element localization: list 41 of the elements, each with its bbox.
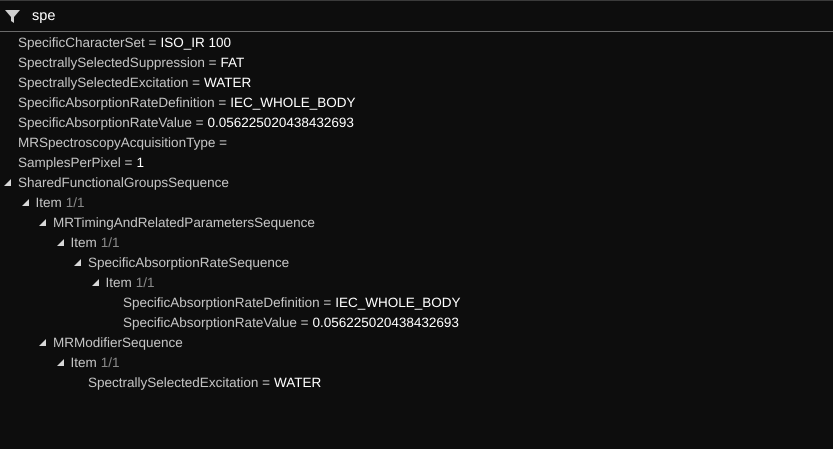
attribute-name[interactable]: SpecificAbsorptionRateDefinition = (18, 93, 226, 113)
collapse-arrow-icon[interactable] (74, 259, 82, 267)
item-count: 1/1 (100, 354, 120, 372)
collapse-arrow-icon[interactable] (4, 179, 12, 187)
filter-field[interactable]: spe (32, 2, 822, 30)
attribute-value: IEC_WHOLE_BODY (335, 294, 461, 312)
collapse-arrow-icon[interactable] (92, 279, 100, 287)
attribute-name[interactable]: MRSpectroscopyAcquisitionType = (18, 133, 227, 153)
attribute-value: WATER (274, 374, 322, 392)
tree-node-label[interactable]: Item (70, 233, 97, 253)
filter-icon[interactable] (5, 8, 20, 24)
tree-node-label[interactable]: SpecificAbsorptionRateSequence (88, 253, 290, 273)
tree-node-label[interactable]: MRTimingAndRelatedParametersSequence (53, 213, 315, 233)
collapse-arrow-icon[interactable] (22, 199, 30, 207)
tree-node-label[interactable]: Item (106, 273, 132, 293)
tree-node-label[interactable]: MRModifierSequence (53, 333, 183, 353)
attribute-name[interactable]: SamplesPerPixel = (18, 153, 132, 173)
attribute-value: IEC_WHOLE_BODY (230, 94, 356, 112)
attribute-value: 0.056225020438432693 (208, 114, 354, 132)
attribute-value: ISO_IR 100 (160, 34, 231, 52)
attribute-name[interactable]: SpecificCharacterSet = (18, 33, 156, 53)
attribute-value: 1 (136, 154, 144, 172)
attribute-name[interactable]: SpectrallySelectedSuppression = (18, 53, 216, 73)
attribute-name[interactable]: SpecificAbsorptionRateValue = (123, 313, 308, 333)
item-count: 1/1 (100, 234, 120, 252)
attribute-value: 0.056225020438432693 (312, 314, 459, 332)
collapse-arrow-icon[interactable] (56, 359, 64, 367)
attribute-name[interactable]: SpectrallySelectedExcitation = (18, 73, 200, 93)
item-count: 1/1 (66, 194, 85, 212)
collapse-arrow-icon[interactable] (39, 339, 47, 347)
attribute-name[interactable]: SpecificAbsorptionRateValue = (18, 113, 204, 133)
attribute-value: FAT (220, 54, 244, 72)
item-count: 1/1 (136, 274, 155, 292)
attribute-name[interactable]: SpectrallySelectedExcitation = (88, 373, 270, 393)
attribute-name[interactable]: SpecificAbsorptionRateDefinition = (123, 293, 332, 313)
tree-node-label[interactable]: SharedFunctionalGroupsSequence (18, 173, 229, 193)
attribute-value: WATER (204, 74, 252, 92)
tree-node-label[interactable]: Item (70, 353, 97, 373)
tree-node-label[interactable]: Item (36, 193, 62, 213)
collapse-arrow-icon[interactable] (39, 219, 47, 227)
collapse-arrow-icon[interactable] (56, 239, 64, 247)
